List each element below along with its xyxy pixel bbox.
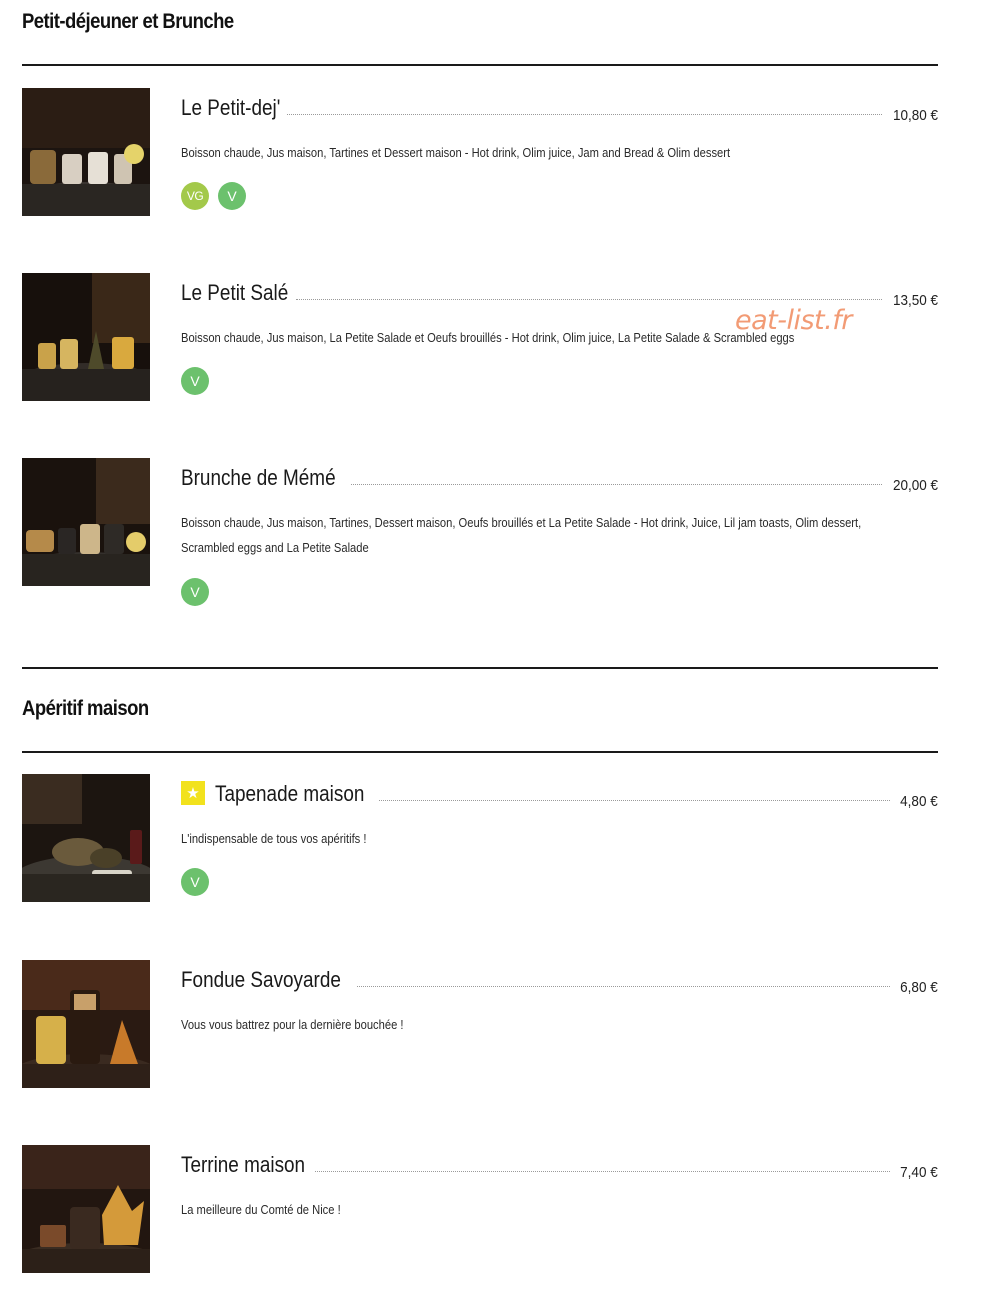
item-price: 20,00 € — [892, 477, 938, 494]
menu-item-terrine-maison[interactable]: Terrine maison 7,40 € La meilleure du Co… — [22, 1145, 938, 1275]
item-name: Brunche de Mémé — [181, 465, 336, 490]
menu-item-petit-sale[interactable]: Le Petit Salé 13,50 € Boisson chaude, Ju… — [22, 273, 938, 403]
menu-item-brunche-de-meme[interactable]: Brunche de Mémé 20,00 € Boisson chaude, … — [22, 458, 938, 606]
menu-item-fondue-savoyarde[interactable]: Fondue Savoyarde 6,80 € Vous vous battre… — [22, 960, 938, 1090]
vegan-badge: VG — [181, 182, 209, 210]
diet-badges: V — [181, 367, 209, 395]
section-title-aperitif: Apéritif maison — [22, 697, 149, 720]
item-name: Terrine maison — [181, 1152, 306, 1177]
item-description: Boisson chaude, Jus maison, Tartines, De… — [181, 515, 862, 555]
section-divider — [22, 751, 938, 753]
dotted-leader — [378, 799, 891, 801]
diet-badges: V — [181, 868, 209, 896]
menu-item-tapenade[interactable]: ★ Tapenade maison 4,80 € L'indispensable… — [22, 774, 938, 904]
watermark: eat-list.fr — [735, 305, 852, 336]
item-price: 13,50 € — [892, 292, 938, 309]
item-header: Fondue Savoyarde 6,80 € — [181, 966, 938, 996]
vegetarian-badge: V — [218, 182, 246, 210]
dish-photo[interactable] — [22, 88, 150, 216]
dotted-leader — [356, 985, 891, 987]
dish-photo[interactable] — [22, 960, 150, 1088]
item-header: Le Petit-dej' 10,80 € — [181, 94, 938, 124]
dish-photo[interactable] — [22, 774, 150, 902]
vegetarian-badge: V — [181, 367, 209, 395]
item-price: 7,40 € — [900, 1164, 938, 1181]
dotted-leader — [286, 113, 882, 115]
star-icon: ★ — [181, 781, 205, 805]
section-divider — [22, 64, 938, 66]
dotted-leader — [295, 298, 882, 300]
item-description: L'indispensable de tous vos apéritifs ! — [181, 831, 367, 846]
item-header: Terrine maison 7,40 € — [181, 1151, 938, 1181]
section-title-petit-dejeuner: Petit-déjeuner et Brunche — [22, 10, 234, 33]
dotted-leader — [350, 483, 882, 485]
item-header: Brunche de Mémé 20,00 € — [181, 464, 938, 494]
item-name: Le Petit-dej' — [181, 95, 281, 120]
item-name: Fondue Savoyarde — [181, 967, 341, 992]
item-description: Vous vous battrez pour la dernière bouch… — [181, 1017, 404, 1032]
diet-badges: V — [181, 578, 209, 606]
item-name: Le Petit Salé — [181, 280, 289, 305]
item-name: Tapenade maison — [215, 781, 365, 806]
vegetarian-badge: V — [181, 578, 209, 606]
dotted-leader — [315, 1170, 891, 1172]
item-description: Boisson chaude, Jus maison, Tartines et … — [181, 145, 731, 160]
item-price: 4,80 € — [900, 793, 938, 810]
menu-item-petit-dej[interactable]: Le Petit-dej' 10,80 € Boisson chaude, Ju… — [22, 88, 938, 218]
dish-photo[interactable] — [22, 458, 150, 586]
item-price: 6,80 € — [900, 979, 938, 996]
item-price: 10,80 € — [892, 107, 938, 124]
section-divider — [22, 667, 938, 669]
dish-photo[interactable] — [22, 1145, 150, 1273]
diet-badges: VG V — [181, 182, 246, 210]
item-description: La meilleure du Comté de Nice ! — [181, 1202, 341, 1217]
vegetarian-badge: V — [181, 868, 209, 896]
dish-photo[interactable] — [22, 273, 150, 401]
item-header: ★ Tapenade maison 4,80 € — [181, 780, 938, 810]
